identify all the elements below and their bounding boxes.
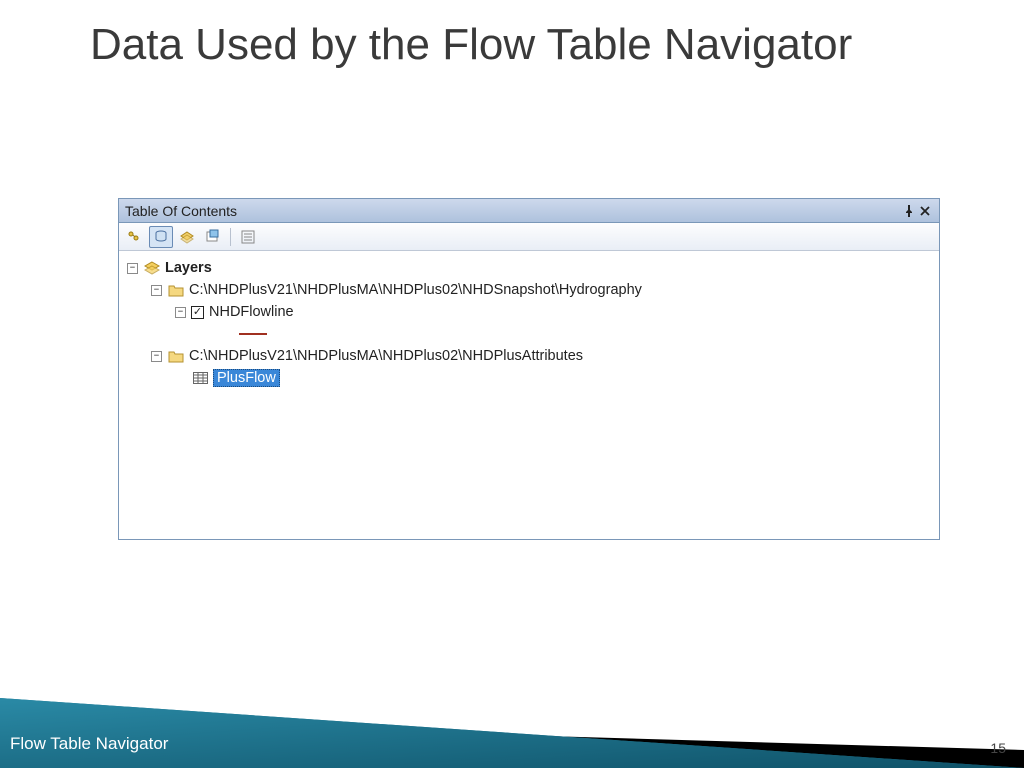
toc-toolbar (119, 223, 939, 251)
toc-title-text: Table Of Contents (125, 203, 901, 219)
folder2-path: C:\NHDPlusV21\NHDPlusMA\NHDPlus02\NHDPlu… (189, 348, 583, 364)
layers-label: Layers (165, 260, 212, 276)
table-of-contents-panel: Table Of Contents − L (118, 198, 940, 540)
options-icon[interactable] (236, 226, 260, 248)
tree-layer-nhdflowline[interactable]: − ✓ NHDFlowline (127, 301, 931, 323)
folder-icon (167, 348, 185, 364)
collapse-icon[interactable]: − (127, 263, 138, 274)
line-symbol-icon (239, 333, 267, 335)
slide-title: Data Used by the Flow Table Navigator (90, 20, 852, 71)
close-icon[interactable] (917, 203, 933, 219)
folder1-path: C:\NHDPlusV21\NHDPlusMA\NHDPlus02\NHDSna… (189, 282, 642, 298)
folder-icon (167, 282, 185, 298)
collapse-icon[interactable]: − (175, 307, 186, 318)
tree-table-plusflow[interactable]: PlusFlow (127, 367, 931, 389)
toolbar-separator (230, 228, 231, 246)
collapse-icon[interactable]: − (151, 351, 162, 362)
tree-root-layers[interactable]: − Layers (127, 257, 931, 279)
layer1-label: NHDFlowline (209, 304, 294, 320)
pin-icon[interactable] (901, 203, 917, 219)
layer-visibility-checkbox[interactable]: ✓ (191, 306, 204, 319)
tree-folder-hydrography[interactable]: − C:\NHDPlusV21\NHDPlusMA\NHDPlus02\NHDS… (127, 279, 931, 301)
layers-group-icon (143, 260, 161, 276)
list-by-selection-icon[interactable] (201, 226, 225, 248)
tree-folder-attributes[interactable]: − C:\NHDPlusV21\NHDPlusMA\NHDPlus02\NHDP… (127, 345, 931, 367)
toc-titlebar: Table Of Contents (119, 199, 939, 223)
list-by-visibility-icon[interactable] (175, 226, 199, 248)
collapse-icon[interactable]: − (151, 285, 162, 296)
table-icon (191, 370, 209, 386)
slide-number: 15 (990, 740, 1006, 756)
layer-symbol-row (127, 323, 931, 345)
list-by-drawing-order-icon[interactable] (123, 226, 147, 248)
table1-label: PlusFlow (213, 369, 280, 387)
footer-caption: Flow Table Navigator (10, 734, 168, 754)
list-by-source-icon[interactable] (149, 226, 173, 248)
toc-tree: − Layers − C:\NHDPlusV21\NHDPlusMA\NHDPl… (119, 251, 939, 395)
